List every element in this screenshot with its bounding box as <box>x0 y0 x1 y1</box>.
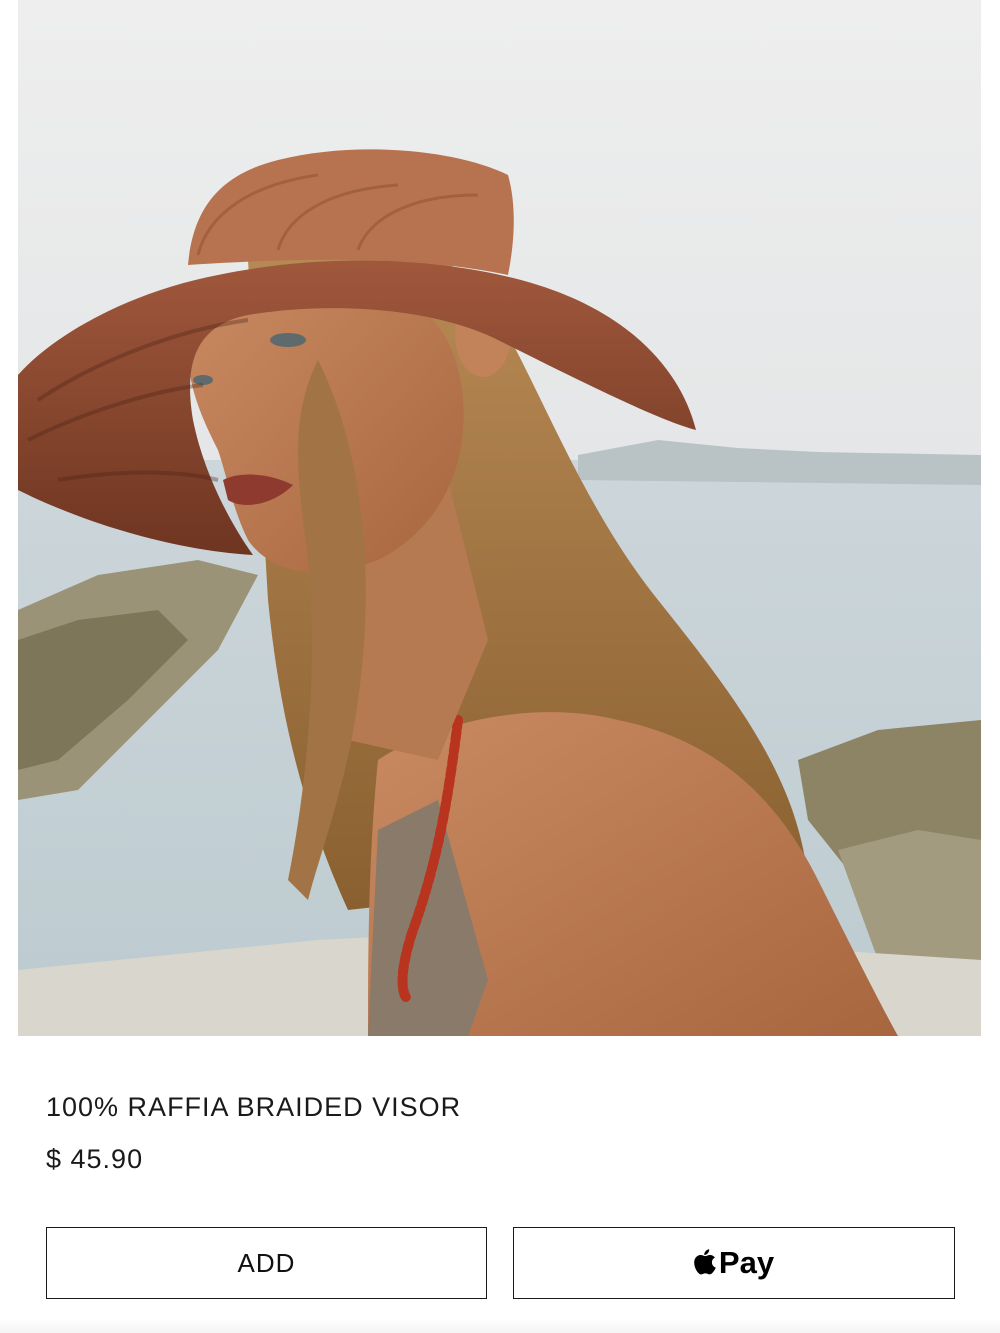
apple-icon <box>694 1248 716 1274</box>
product-image[interactable] <box>18 0 981 1036</box>
product-price: $ 45.90 <box>46 1144 144 1174</box>
bottom-edge <box>0 1318 1000 1333</box>
add-button[interactable]: ADD <box>46 1227 487 1299</box>
product-photo <box>18 0 981 1036</box>
pay-label: Pay <box>718 1245 775 1280</box>
add-button-label: ADD <box>237 1247 296 1278</box>
apple-pay-button[interactable]: Pay <box>513 1227 955 1299</box>
product-title: 100% RAFFIA BRAIDED VISOR <box>46 1092 462 1122</box>
